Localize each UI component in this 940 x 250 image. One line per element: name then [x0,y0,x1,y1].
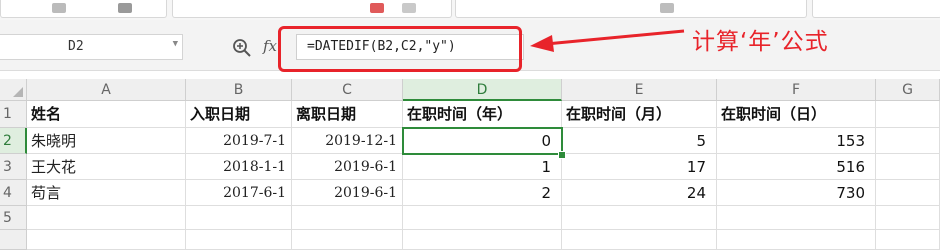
cell-c6[interactable] [292,230,403,250]
cell-a6[interactable] [27,230,186,250]
cell-d5[interactable] [403,206,562,230]
row-header-4[interactable]: 4 [0,180,27,206]
cell-f4[interactable]: 730 [717,180,876,206]
select-all-corner[interactable] [0,79,27,101]
alignment-tools-group [455,0,807,18]
row-header-3[interactable]: 3 [0,154,27,180]
cell-g4[interactable] [876,180,940,206]
annotation-highlight-box [278,26,522,72]
column-header-b[interactable]: B [186,79,292,101]
cell-a2[interactable]: 朱晓明 [27,128,186,154]
font-color-icon[interactable] [370,3,384,13]
toolbar-icon[interactable] [660,3,674,13]
cell-e1[interactable]: 在职时间（月） [562,101,717,128]
cell-f5[interactable] [717,206,876,230]
toolbar-icon[interactable] [118,3,132,13]
column-header-a[interactable]: A [27,79,186,101]
row-header-1[interactable]: 1 [0,101,27,128]
cell-c5[interactable] [292,206,403,230]
toolbar-icon[interactable] [402,3,416,13]
chevron-down-icon[interactable]: ▼ [173,39,178,49]
active-cell-border [402,127,563,155]
ribbon-toolbar-strip [0,0,940,21]
cell-f2[interactable]: 153 [717,128,876,154]
cell-a3[interactable]: 王大花 [27,154,186,180]
column-header-f[interactable]: F [717,79,876,101]
cell-g3[interactable] [876,154,940,180]
cell-a5[interactable] [27,206,186,230]
toolbar-icon[interactable] [52,3,66,13]
cell-b6[interactable] [186,230,292,250]
row-header-2[interactable]: 2 [0,128,27,154]
number-format-group [812,0,940,18]
cell-f1[interactable]: 在职时间（日） [717,101,876,128]
cell-c4[interactable]: 2019-6-1 [292,180,403,206]
zoom-icon[interactable] [232,38,252,58]
name-box-value: D2 [68,39,84,54]
font-name-box[interactable] [0,0,167,18]
column-header-g[interactable]: G [876,79,940,101]
annotation-arrow-icon [530,29,685,52]
row-header-5[interactable]: 5 [0,206,27,230]
cell-e4[interactable]: 24 [562,180,717,206]
cell-b3[interactable]: 2018-1-1 [186,154,292,180]
column-header-c[interactable]: C [292,79,403,101]
cell-g1[interactable] [876,101,940,128]
name-box[interactable]: D2 ▼ [0,34,183,60]
cell-g5[interactable] [876,206,940,230]
fill-handle[interactable] [558,151,566,159]
cell-b1[interactable]: 入职日期 [186,101,292,128]
cell-b2[interactable]: 2019-7-1 [186,128,292,154]
column-header-d[interactable]: D [403,79,562,101]
cell-e5[interactable] [562,206,717,230]
fx-icon[interactable]: fx [263,37,277,55]
cell-a1[interactable]: 姓名 [27,101,186,128]
cell-b5[interactable] [186,206,292,230]
cell-f3[interactable]: 516 [717,154,876,180]
cell-g2[interactable] [876,128,940,154]
cell-c3[interactable]: 2019-6-1 [292,154,403,180]
cell-e3[interactable]: 17 [562,154,717,180]
cell-f6[interactable] [717,230,876,250]
cell-d3[interactable]: 1 [403,154,562,180]
cell-g6[interactable] [876,230,940,250]
cell-d1[interactable]: 在职时间（年） [403,101,562,128]
cell-c1[interactable]: 离职日期 [292,101,403,128]
cell-d4[interactable]: 2 [403,180,562,206]
cell-e6[interactable] [562,230,717,250]
cell-e2[interactable]: 5 [562,128,717,154]
cell-d6[interactable] [403,230,562,250]
cell-c2[interactable]: 2019-12-1 [292,128,403,154]
cell-a4[interactable]: 苟言 [27,180,186,206]
column-header-e[interactable]: E [562,79,717,101]
row-header-6[interactable] [0,230,27,250]
annotation-label: 计算‘年’公式 [692,29,829,55]
cell-b4[interactable]: 2017-6-1 [186,180,292,206]
